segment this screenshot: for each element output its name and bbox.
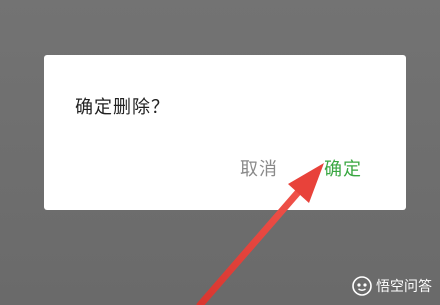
confirm-button[interactable]: 确定 <box>324 155 362 185</box>
wukong-logo-icon <box>352 276 372 296</box>
watermark: 悟空问答 <box>352 275 432 297</box>
confirm-delete-dialog: 确定删除？ 取消 确定 <box>44 55 406 210</box>
cancel-button[interactable]: 取消 <box>240 155 278 185</box>
dialog-message: 确定删除？ <box>75 97 170 118</box>
dialog-actions: 取消 确定 <box>44 155 406 185</box>
watermark-text: 悟空问答 <box>376 279 432 295</box>
